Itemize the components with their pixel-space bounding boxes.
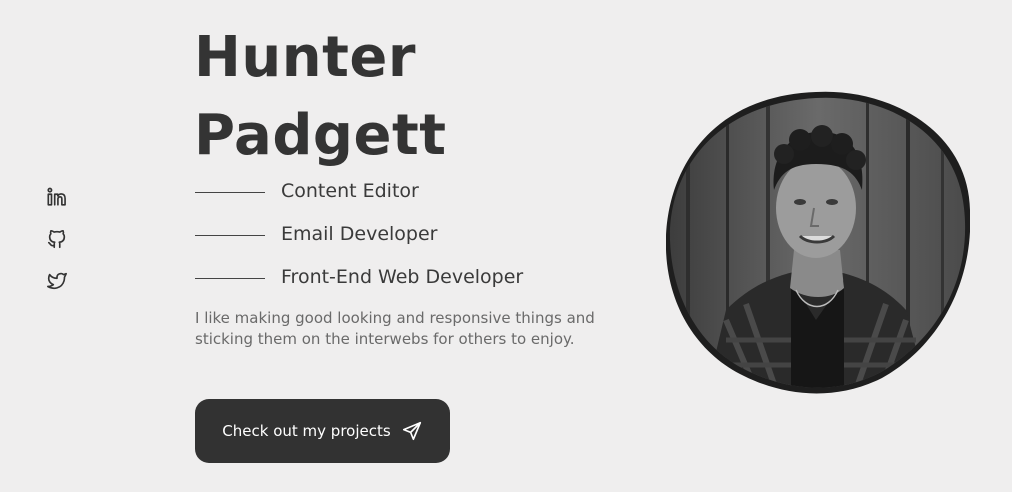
last-name-heading: Padgett	[194, 103, 447, 168]
projects-button[interactable]: Check out my projects	[195, 399, 450, 463]
linkedin-icon	[47, 187, 66, 206]
profile-photo-image	[666, 91, 970, 394]
role-item: Front-End Web Developer	[195, 265, 523, 289]
twitter-link[interactable]	[44, 268, 70, 294]
role-label: Email Developer	[281, 223, 438, 245]
linkedin-link[interactable]	[44, 184, 70, 210]
paper-plane-icon	[401, 420, 423, 442]
projects-button-label: Check out my projects	[222, 422, 391, 440]
twitter-icon	[47, 272, 67, 290]
role-label: Front-End Web Developer	[281, 266, 524, 288]
role-divider	[195, 192, 265, 193]
role-divider	[195, 235, 265, 236]
bio-text: I like making good looking and responsiv…	[195, 309, 595, 348]
role-item: Email Developer	[195, 222, 437, 246]
profile-photo	[666, 90, 970, 394]
first-name-heading: Hunter	[194, 25, 416, 90]
role-divider	[195, 278, 265, 279]
github-link[interactable]	[44, 226, 70, 252]
github-icon	[47, 229, 66, 249]
role-item: Content Editor	[195, 179, 419, 203]
role-label: Content Editor	[281, 180, 419, 202]
